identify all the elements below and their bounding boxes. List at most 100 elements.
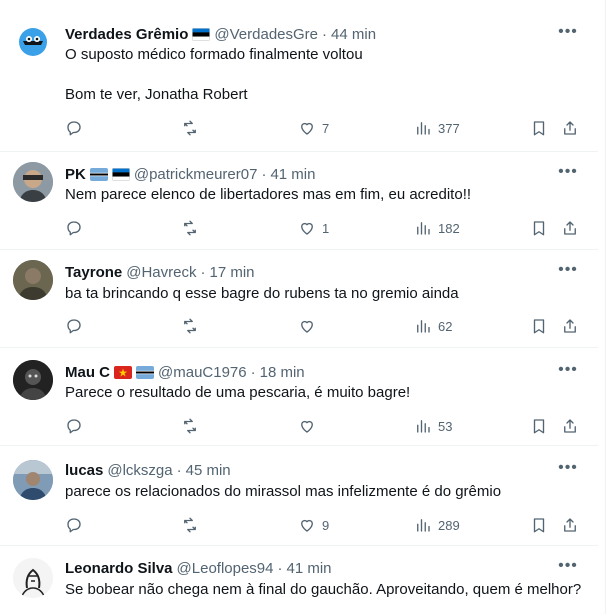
botswana-flag-icon [89,167,108,181]
user-handle[interactable]: @mauC1976 [158,364,247,381]
timestamp[interactable]: 44 min [331,26,376,43]
retweet-button[interactable] [181,118,199,138]
reply-button[interactable] [65,416,83,436]
more-icon[interactable]: ••• [558,362,578,384]
share-button[interactable] [561,218,579,238]
botswana-flag-icon [136,365,154,379]
more-icon[interactable]: ••• [558,558,578,580]
like-button[interactable]: 1 [298,218,329,238]
timestamp[interactable]: 41 min [270,166,315,183]
timestamp[interactable]: 45 min [186,462,231,479]
retweet-button[interactable] [181,316,199,336]
share-button[interactable] [561,118,579,138]
bookmark-button[interactable] [530,218,548,238]
tweet[interactable]: lucas @lckszga · 45 min ••• parece os re… [0,446,598,546]
views-icon [417,519,430,532]
share-button[interactable] [561,515,579,535]
retweet-button[interactable] [181,515,199,535]
views-button[interactable]: 62 [414,316,452,336]
user-handle[interactable]: @VerdadesGre [214,26,318,43]
retweet-button[interactable] [181,218,199,238]
views-button[interactable]: 53 [414,416,452,436]
timestamp[interactable]: 17 min [210,264,255,281]
tweet-text: Se bobear não chega nem à final do gauch… [65,581,582,598]
view-count: 377 [438,120,460,136]
separator: · [277,559,283,577]
avatar[interactable] [13,460,53,500]
share-button[interactable] [561,416,579,436]
like-button[interactable] [298,416,316,436]
avatar[interactable] [13,22,53,62]
like-button[interactable]: 7 [298,118,329,138]
display-name[interactable]: lucas [65,462,103,479]
like-icon [301,320,313,333]
reply-button[interactable] [65,515,83,535]
views-button[interactable]: 377 [414,118,460,138]
display-name[interactable]: Leonardo Silva [65,560,173,577]
bookmark-button[interactable] [530,316,548,336]
display-name[interactable]: Mau C [65,364,110,381]
avatar[interactable] [13,162,53,202]
like-count: 9 [322,517,330,533]
tweet-actions: 62 [65,316,585,336]
display-name[interactable]: PK [65,166,86,183]
like-button[interactable] [298,316,316,336]
user-handle[interactable]: @patrickmeurer07 [134,166,258,183]
more-icon[interactable]: ••• [558,460,578,482]
user-handle[interactable]: @Havreck [126,264,196,281]
tweet-header: Verdades Grêmio @VerdadesGre · 44 min [65,24,558,44]
separator: · [176,461,182,479]
bookmark-button[interactable] [530,515,548,535]
tweet-actions: 1 182 [65,218,585,238]
tweet[interactable]: PK @patrickmeurer07 · 41 min ••• Nem par… [0,152,598,250]
like-icon [301,122,313,135]
display-name[interactable]: Verdades Grêmio [65,26,188,43]
avatar[interactable] [13,360,53,400]
tweet[interactable]: Leonardo Silva @Leoflopes94 · 41 min •••… [0,546,598,614]
share-icon [564,319,576,333]
bookmark-button[interactable] [530,118,548,138]
timestamp[interactable]: 18 min [260,364,305,381]
views-button[interactable]: 182 [414,218,460,238]
more-icon[interactable]: ••• [558,262,578,284]
bookmark-icon [533,518,545,533]
timestamp[interactable]: 41 min [287,560,332,577]
avatar[interactable] [13,260,53,300]
like-icon [301,420,313,433]
estonia-flag-icon [111,167,130,181]
bookmark-icon [533,319,545,334]
like-button[interactable]: 9 [298,515,329,535]
reply-icon [67,221,81,236]
display-name[interactable]: Tayrone [65,264,122,281]
more-icon[interactable]: ••• [558,164,578,186]
tweet[interactable]: Tayrone @Havreck · 17 min ••• ba ta brin… [0,250,598,348]
separator: · [322,25,328,43]
like-count: 1 [322,220,330,236]
reply-button[interactable] [65,316,83,336]
tweet-text: Nem parece elenco de libertadores mas em… [65,186,472,203]
share-button[interactable] [561,316,579,336]
tweet[interactable]: Mau C @mauC1976 · 18 min ••• Parece o re… [0,348,598,446]
view-count: 53 [438,418,453,434]
tweet-header: PK @patrickmeurer07 · 41 min [65,164,558,184]
view-count: 62 [438,318,453,334]
tweet-text: parece os relacionados do mirassol mas i… [65,483,502,500]
estonia-flag-icon [192,27,211,41]
separator: · [250,363,256,381]
retweet-icon [184,318,196,334]
views-button[interactable]: 289 [414,515,460,535]
user-handle[interactable]: @Leoflopes94 [177,560,274,577]
share-icon [564,121,576,135]
tweet[interactable]: Verdades Grêmio @VerdadesGre · 44 min ••… [0,0,598,152]
more-icon[interactable]: ••• [558,24,578,46]
tweet-header: Leonardo Silva @Leoflopes94 · 41 min [65,558,558,578]
tweet-actions: 7 377 [65,118,585,138]
avatar[interactable] [13,558,53,598]
retweet-button[interactable] [181,416,199,436]
reply-button[interactable] [65,218,83,238]
avatar-photo-icon [13,260,53,300]
user-handle[interactable]: @lckszga [107,462,172,479]
reply-icon [67,518,81,533]
bookmark-button[interactable] [530,416,548,436]
reply-button[interactable] [65,118,83,138]
